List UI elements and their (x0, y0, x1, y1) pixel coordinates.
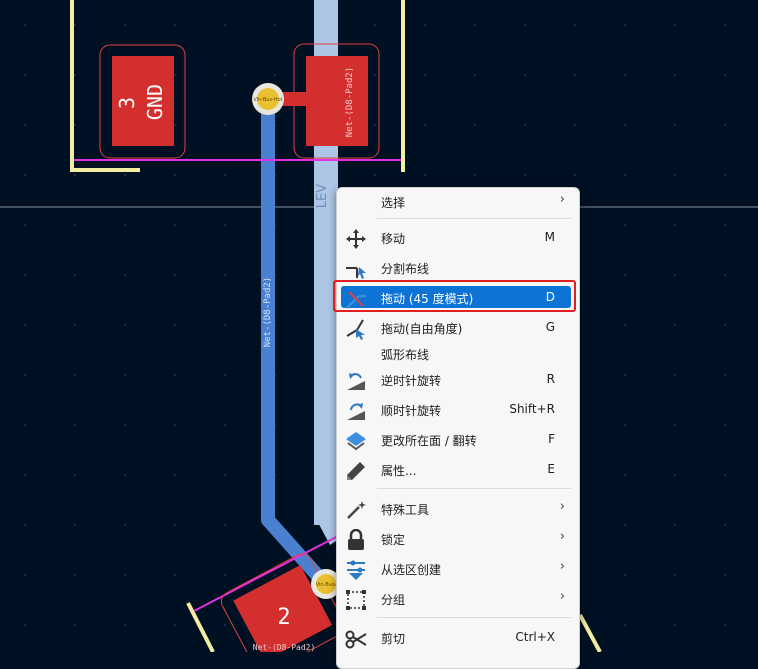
menu-label-cut: 剪切 (381, 632, 406, 646)
wide-track-label: LEV (315, 184, 330, 208)
menu-label-create-from-selection: 从选区创建 (381, 563, 442, 577)
menu-item-rotate-cw[interactable]: 顺时针旋转 Shift+R (337, 396, 579, 424)
pad-bottom-number: 2 (277, 605, 290, 630)
menu-separator (377, 617, 571, 618)
shortcut-flip: F (548, 432, 555, 446)
menu-separator (377, 218, 571, 219)
pad-gnd-number: 3 (115, 97, 139, 109)
move-icon (346, 229, 366, 249)
shortcut-move: M (544, 230, 555, 244)
menu-item-cut[interactable]: 剪切 Ctrl+X (337, 624, 579, 652)
menu-label-special-tools: 特殊工具 (381, 503, 430, 517)
via-top-label: Vin-Bus-Hot (253, 97, 282, 103)
submenu-arrow-icon: › (559, 529, 565, 544)
flip-icon (346, 432, 366, 451)
menu-label-arc: 弧形布线 (381, 348, 430, 362)
submenu-arrow-icon: › (559, 559, 565, 574)
menu-item-special-tools[interactable]: 特殊工具 › (337, 495, 579, 523)
menu-item-flip[interactable]: 更改所在面 / 翻转 F (337, 426, 579, 454)
scissors-icon (345, 630, 367, 649)
menu-item-properties[interactable]: 属性... E (337, 456, 579, 484)
submenu-arrow-icon: › (559, 499, 565, 514)
menu-item-lock[interactable]: 锁定 › (337, 525, 579, 553)
via-bottom-label: Vin-Bus- (316, 582, 337, 588)
menu-label-lock: 锁定 (381, 533, 406, 547)
pencil-icon (347, 462, 365, 480)
menu-label-rotate-ccw: 逆时针旋转 (381, 374, 442, 388)
pad-right[interactable] (306, 56, 368, 146)
shortcut-cut: Ctrl+X (515, 630, 555, 644)
pad-gnd-net: GND (143, 84, 167, 120)
menu-label-flip: 更改所在面 / 翻转 (381, 434, 477, 448)
pad-right-net: Net-(D8-Pad2) (345, 67, 355, 137)
track-net-label: Net-(D8-Pad2) (263, 277, 273, 347)
menu-item-group[interactable]: 分组 › (337, 585, 579, 613)
shortcut-properties: E (547, 462, 555, 476)
menu-item-select[interactable]: 选择 › (337, 188, 579, 216)
create-from-selection-icon (347, 560, 365, 580)
submenu-arrow-icon: › (559, 589, 565, 604)
menu-label-break-track: 分割布线 (381, 262, 430, 276)
menu-label-rotate-cw: 顺时针旋转 (381, 404, 442, 418)
menu-label-properties: 属性... (381, 464, 417, 478)
menu-label-group: 分组 (381, 593, 406, 607)
menu-label-move: 移动 (381, 232, 406, 246)
menu-item-arc[interactable]: 弧形布线 (337, 340, 579, 368)
drag-free-icon (346, 319, 365, 340)
shortcut-rotate-cw: Shift+R (509, 402, 555, 416)
group-icon (346, 590, 366, 610)
lock-icon (348, 529, 364, 550)
shortcut-drag-free: G (545, 320, 555, 334)
magic-wand-icon (347, 501, 366, 519)
break-track-icon (346, 267, 366, 279)
menu-item-drag-free[interactable]: 拖动(自由角度) G (337, 314, 579, 342)
rotate-cw-icon (347, 403, 365, 420)
highlight-annotation-box (333, 280, 576, 312)
menu-item-break-track[interactable]: 分割布线 (337, 254, 579, 282)
menu-item-move[interactable]: 移动 M (337, 224, 579, 252)
rotate-ccw-icon (347, 373, 365, 390)
context-menu: 选择 › 移动 M 分割布线 拖动 (45 度模式) D 拖动(自由角度) G … (336, 187, 580, 669)
menu-separator (377, 488, 571, 489)
menu-label-select: 选择 (381, 196, 406, 210)
pad-bottom-net: Net-(D8-Pad2) (253, 643, 316, 652)
menu-item-create-from-selection[interactable]: 从选区创建 › (337, 555, 579, 583)
submenu-arrow-icon: › (559, 192, 565, 207)
shortcut-rotate-ccw: R (546, 372, 555, 386)
menu-item-rotate-ccw[interactable]: 逆时针旋转 R (337, 366, 579, 394)
menu-label-drag-free: 拖动(自由角度) (381, 322, 463, 336)
